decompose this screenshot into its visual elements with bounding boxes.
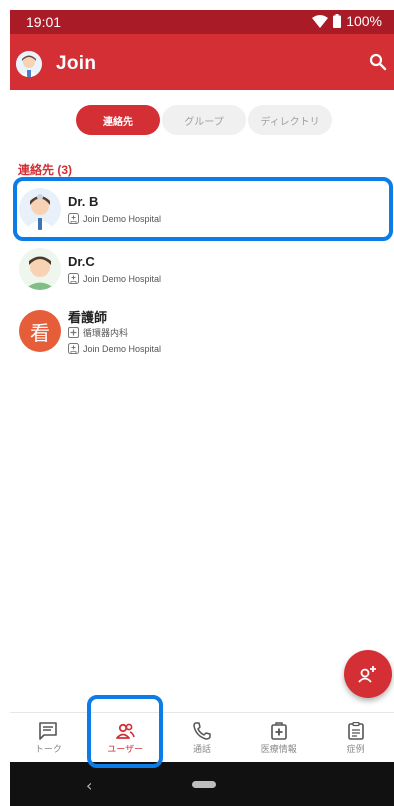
nav-label: トーク — [34, 743, 62, 754]
contact-avatar: 看 — [19, 310, 61, 352]
clipboard-icon — [347, 721, 364, 740]
department-name: 循環器内科 — [83, 328, 129, 338]
app-screen: 19:01 100% Join 連絡先 グループ ディレクトリ 連絡先 (3) … — [10, 10, 394, 762]
add-user-icon — [358, 666, 376, 683]
contact-item-dr-c[interactable]: Dr.C Join Demo Hospital — [10, 242, 394, 294]
chat-icon — [39, 721, 58, 740]
nav-label: 通話 — [192, 743, 211, 754]
doctor-avatar-icon — [16, 51, 42, 77]
phone-frame: 19:01 100% Join 連絡先 グループ ディレクトリ 連絡先 (3) … — [0, 0, 394, 806]
back-icon[interactable]: ‹ — [86, 776, 92, 795]
hospital-icon — [68, 273, 79, 284]
contact-item-nurse[interactable]: 看 看護師 循環器内科 Join Demo Hospital — [10, 300, 394, 364]
contact-tabs: 連絡先 グループ ディレクトリ — [76, 105, 332, 135]
tab-contacts[interactable]: 連絡先 — [76, 105, 160, 135]
status-bar: 19:01 100% — [10, 10, 394, 34]
nav-label: 症例 — [346, 743, 365, 754]
nav-item-call[interactable]: 通話 — [164, 713, 241, 762]
highlight-box-contact — [13, 177, 393, 241]
contact-department: 循環器内科 — [68, 326, 128, 339]
battery-percent: 100% — [346, 13, 382, 29]
doctor-avatar-icon — [19, 248, 61, 290]
wifi-icon — [312, 14, 329, 28]
home-icon[interactable] — [192, 781, 216, 788]
contact-name: Dr.C — [68, 254, 95, 269]
nav-label: 医療情報 — [260, 743, 297, 754]
department-icon — [68, 327, 79, 338]
hospital-name: Join Demo Hospital — [83, 343, 162, 354]
app-title: Join — [56, 53, 97, 74]
bottom-navigation: トーク ユーザー 通話 医療情報 症例 — [10, 712, 394, 762]
tab-directory[interactable]: ディレクトリ — [248, 105, 332, 135]
phone-icon — [193, 721, 211, 740]
contact-name: 看護師 — [68, 310, 108, 325]
contact-avatar — [19, 248, 61, 290]
status-time: 19:01 — [26, 14, 62, 30]
hospital-name: Join Demo Hospital — [83, 273, 162, 284]
highlight-box-users-tab — [87, 695, 163, 768]
search-icon[interactable] — [368, 52, 388, 72]
contact-hospital: Join Demo Hospital — [68, 273, 161, 284]
battery-icon — [333, 14, 342, 28]
contact-hospital: Join Demo Hospital — [68, 343, 161, 354]
add-contact-button[interactable] — [344, 650, 392, 698]
nav-item-talk[interactable]: トーク — [10, 713, 87, 762]
app-bar: Join — [10, 34, 394, 90]
tab-groups[interactable]: グループ — [162, 105, 246, 135]
status-indicators: 100% — [312, 13, 382, 29]
profile-avatar[interactable] — [16, 51, 42, 77]
hospital-icon — [68, 343, 79, 354]
nav-item-cases[interactable]: 症例 — [317, 713, 394, 762]
system-navigation-bar: ‹ — [10, 762, 394, 806]
contacts-section-header: 連絡先 (3) — [18, 163, 73, 177]
medical-icon — [270, 721, 287, 740]
nav-item-medical-info[interactable]: 医療情報 — [240, 713, 317, 762]
